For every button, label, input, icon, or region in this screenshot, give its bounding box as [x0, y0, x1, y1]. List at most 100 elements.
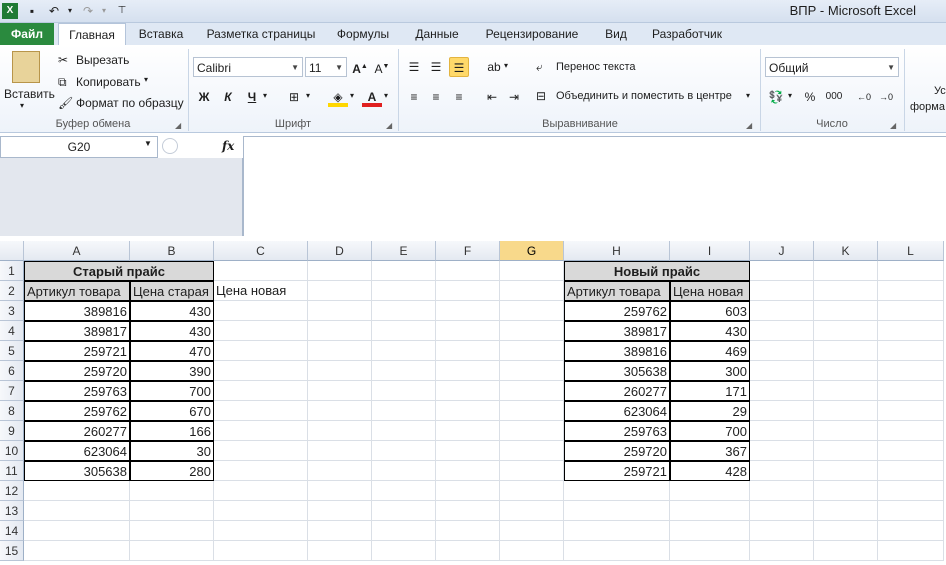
new-price-article-cell[interactable]: 389817	[564, 321, 670, 341]
cell[interactable]	[436, 301, 500, 321]
row-header-5[interactable]: 5	[0, 341, 24, 361]
cell[interactable]	[878, 341, 944, 361]
cell[interactable]	[878, 541, 944, 561]
cell[interactable]	[24, 541, 130, 561]
insert-function-icon[interactable]: fx	[222, 139, 234, 153]
cell[interactable]	[214, 441, 308, 461]
tab-insert[interactable]: Вставка	[130, 23, 192, 45]
paste-button[interactable]: Вставить	[4, 87, 55, 101]
cell[interactable]	[878, 501, 944, 521]
cell[interactable]	[564, 501, 670, 521]
cell[interactable]	[214, 301, 308, 321]
cell[interactable]	[214, 261, 308, 281]
old-price-value-cell[interactable]: 280	[130, 461, 214, 481]
cell[interactable]	[500, 301, 564, 321]
cell[interactable]	[372, 421, 436, 441]
cell[interactable]	[436, 481, 500, 501]
cell[interactable]	[878, 481, 944, 501]
cell[interactable]	[308, 501, 372, 521]
cell[interactable]	[372, 361, 436, 381]
new-price-value-cell[interactable]: 367	[670, 441, 750, 461]
bold-button[interactable]: Ж	[194, 87, 214, 107]
format-painter-icon[interactable]: 🖌	[58, 96, 73, 110]
row-header-4[interactable]: 4	[0, 321, 24, 341]
underline-dropdown-icon[interactable]: ▾	[263, 91, 267, 100]
old-price-value-cell[interactable]: 30	[130, 441, 214, 461]
font-color-dropdown-icon[interactable]: ▾	[384, 91, 388, 100]
merge-center-button[interactable]: Объединить и поместить в центре	[556, 90, 732, 102]
cell[interactable]	[214, 541, 308, 561]
new-price-article-cell[interactable]: 389816	[564, 341, 670, 361]
cell[interactable]	[500, 521, 564, 541]
borders-icon[interactable]: ⊞	[284, 87, 304, 107]
thousands-button[interactable]: 000	[822, 87, 846, 107]
old-price-article-cell[interactable]: 389817	[24, 321, 130, 341]
tab-page-layout[interactable]: Разметка страницы	[200, 23, 322, 45]
cell[interactable]	[308, 441, 372, 461]
cell[interactable]	[372, 341, 436, 361]
cell[interactable]	[214, 401, 308, 421]
old-price-value-cell[interactable]: 166	[130, 421, 214, 441]
wrap-text-icon[interactable]: ⤶	[536, 60, 543, 75]
cell[interactable]	[214, 481, 308, 501]
paste-icon[interactable]	[12, 51, 40, 83]
cell[interactable]	[670, 541, 750, 561]
cell[interactable]	[130, 541, 214, 561]
cell[interactable]	[372, 501, 436, 521]
select-all-corner[interactable]	[0, 241, 24, 261]
align-left-icon[interactable]: ≡	[404, 87, 424, 107]
old-price-header-article[interactable]: Артикул товара	[24, 281, 130, 301]
cell[interactable]	[436, 501, 500, 521]
column-header-c[interactable]: C	[214, 241, 308, 261]
tab-review[interactable]: Рецензирование	[478, 23, 586, 45]
old-price-article-cell[interactable]: 305638	[24, 461, 130, 481]
cell[interactable]	[436, 541, 500, 561]
cell[interactable]	[372, 401, 436, 421]
orientation-icon[interactable]: ab	[484, 57, 504, 77]
new-price-header-article[interactable]: Артикул товара	[564, 281, 670, 301]
cell[interactable]	[308, 341, 372, 361]
cell[interactable]	[308, 361, 372, 381]
row-header-15[interactable]: 15	[0, 541, 24, 561]
cell[interactable]	[814, 301, 878, 321]
column-header-b[interactable]: B	[130, 241, 214, 261]
cell[interactable]	[500, 361, 564, 381]
cell[interactable]	[670, 481, 750, 501]
cell[interactable]	[372, 381, 436, 401]
cell[interactable]	[500, 481, 564, 501]
cell[interactable]	[814, 501, 878, 521]
cell[interactable]	[878, 421, 944, 441]
cell[interactable]	[24, 521, 130, 541]
cell[interactable]	[750, 341, 814, 361]
cell[interactable]	[878, 461, 944, 481]
cell[interactable]	[814, 401, 878, 421]
cell[interactable]	[750, 501, 814, 521]
cell[interactable]	[436, 341, 500, 361]
grow-font-icon[interactable]: A▲	[350, 57, 370, 77]
new-price-value-cell[interactable]: 171	[670, 381, 750, 401]
align-center-icon[interactable]: ≡	[426, 87, 446, 107]
cell[interactable]	[372, 481, 436, 501]
cell[interactable]	[130, 481, 214, 501]
row-header-12[interactable]: 12	[0, 481, 24, 501]
align-right-icon[interactable]: ≡	[449, 87, 469, 107]
column-header-h[interactable]: H	[564, 241, 670, 261]
new-price-article-cell[interactable]: 305638	[564, 361, 670, 381]
cell[interactable]	[436, 441, 500, 461]
name-box-dropdown-icon[interactable]: ▼	[144, 139, 152, 148]
cell[interactable]	[878, 441, 944, 461]
row-header-1[interactable]: 1	[0, 261, 24, 281]
cell[interactable]	[372, 321, 436, 341]
cell[interactable]	[372, 461, 436, 481]
conditional-format-label[interactable]: Ус	[934, 85, 946, 97]
old-price-header-new[interactable]: Цена новая	[214, 281, 308, 301]
cell[interactable]	[670, 501, 750, 521]
cell[interactable]	[500, 341, 564, 361]
cell[interactable]	[130, 501, 214, 521]
name-box[interactable]: G20	[0, 136, 158, 158]
new-price-value-cell[interactable]: 29	[670, 401, 750, 421]
cell[interactable]	[878, 301, 944, 321]
cell[interactable]	[814, 461, 878, 481]
old-price-article-cell[interactable]: 259720	[24, 361, 130, 381]
old-price-title[interactable]: Старый прайс	[24, 261, 214, 281]
